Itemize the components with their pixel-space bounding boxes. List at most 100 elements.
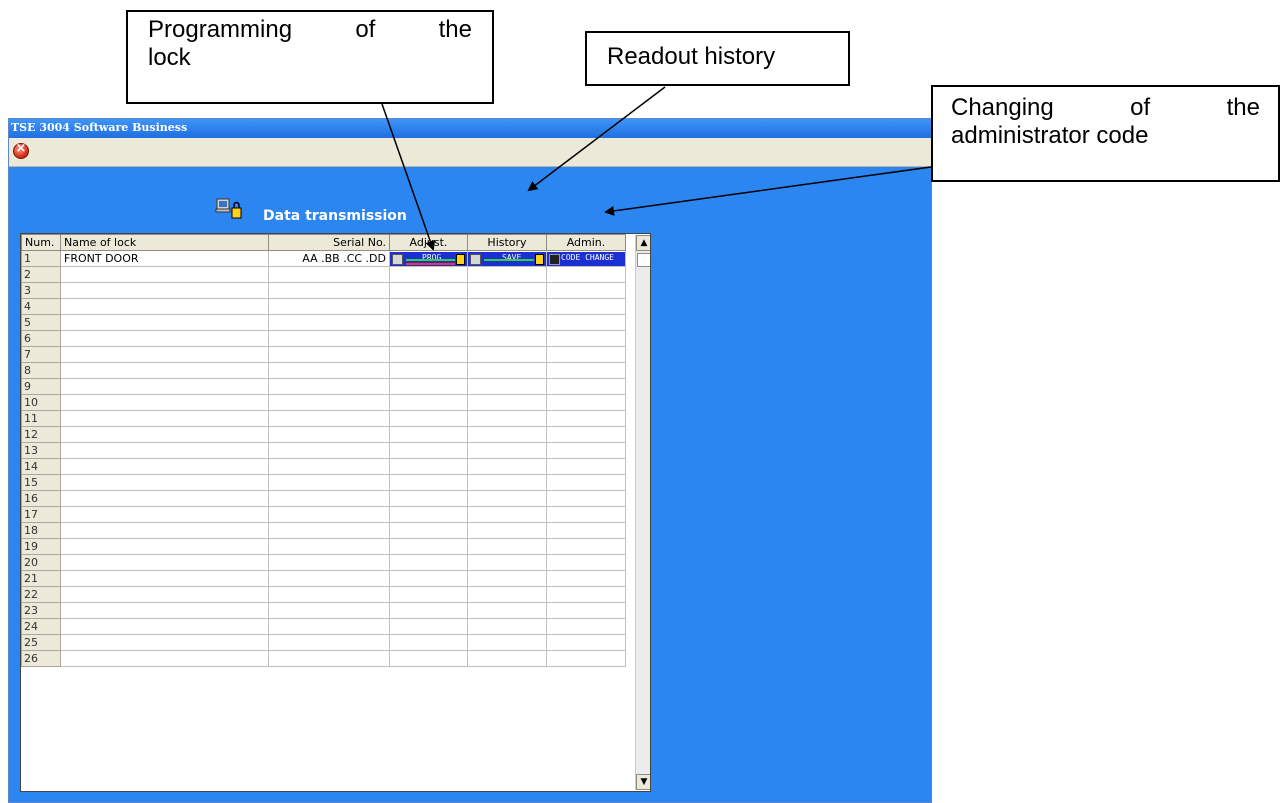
table-cell[interactable]: [467, 442, 547, 459]
table-cell[interactable]: [467, 426, 547, 443]
table-cell[interactable]: [389, 618, 468, 635]
table-cell[interactable]: [268, 570, 390, 587]
table-cell[interactable]: [467, 330, 547, 347]
table-cell[interactable]: [268, 650, 390, 667]
table-row[interactable]: 10: [21, 394, 626, 411]
table-cell[interactable]: [546, 538, 626, 555]
table-cell[interactable]: [546, 586, 626, 603]
table-cell[interactable]: [546, 570, 626, 587]
table-cell[interactable]: [389, 458, 468, 475]
table-cell[interactable]: [268, 490, 390, 507]
table-cell[interactable]: [546, 458, 626, 475]
table-cell[interactable]: [467, 554, 547, 571]
table-cell[interactable]: [467, 650, 547, 667]
table-cell[interactable]: [467, 378, 547, 395]
table-cell[interactable]: [467, 634, 547, 651]
table-row[interactable]: 24: [21, 618, 626, 635]
table-cell[interactable]: [389, 442, 468, 459]
lock-name-cell[interactable]: FRONT DOOR: [60, 250, 269, 267]
table-cell[interactable]: [268, 634, 390, 651]
table-row[interactable]: 4: [21, 298, 626, 315]
table-row[interactable]: 26: [21, 650, 626, 667]
table-cell[interactable]: [546, 362, 626, 379]
table-cell[interactable]: [467, 570, 547, 587]
table-cell[interactable]: [546, 602, 626, 619]
table-cell[interactable]: [389, 570, 468, 587]
table-cell[interactable]: [389, 634, 468, 651]
table-cell[interactable]: [546, 346, 626, 363]
table-cell[interactable]: [389, 410, 468, 427]
table-cell[interactable]: [60, 266, 269, 283]
table-cell[interactable]: [389, 554, 468, 571]
table-cell[interactable]: [467, 490, 547, 507]
table-cell[interactable]: [546, 314, 626, 331]
table-cell[interactable]: [268, 346, 390, 363]
table-row[interactable]: 20: [21, 554, 626, 571]
table-cell[interactable]: [389, 378, 468, 395]
table-cell[interactable]: [60, 522, 269, 539]
table-cell[interactable]: [467, 282, 547, 299]
code-change-button[interactable]: CODE CHANGE: [547, 251, 625, 266]
table-cell[interactable]: [60, 490, 269, 507]
table-cell[interactable]: [60, 346, 269, 363]
table-cell[interactable]: [467, 266, 547, 283]
table-cell[interactable]: [268, 586, 390, 603]
table-cell[interactable]: [268, 394, 390, 411]
table-cell[interactable]: [268, 506, 390, 523]
table-row[interactable]: 11: [21, 410, 626, 427]
table-cell[interactable]: [389, 586, 468, 603]
table-cell[interactable]: [389, 650, 468, 667]
table-cell[interactable]: [546, 442, 626, 459]
table-cell[interactable]: [546, 474, 626, 491]
table-cell[interactable]: [546, 554, 626, 571]
close-icon[interactable]: [13, 141, 29, 159]
table-cell[interactable]: [546, 650, 626, 667]
table-row[interactable]: 7: [21, 346, 626, 363]
table-cell[interactable]: [546, 634, 626, 651]
table-cell[interactable]: [389, 490, 468, 507]
table-row[interactable]: 17: [21, 506, 626, 523]
table-row[interactable]: 18: [21, 522, 626, 539]
table-cell[interactable]: [60, 410, 269, 427]
col-serial-header[interactable]: Serial No.: [268, 234, 390, 251]
table-cell[interactable]: [389, 314, 468, 331]
table-cell[interactable]: [60, 442, 269, 459]
table-cell[interactable]: [268, 474, 390, 491]
table-cell[interactable]: [389, 394, 468, 411]
table-cell[interactable]: [268, 618, 390, 635]
table-cell[interactable]: [389, 602, 468, 619]
table-cell[interactable]: [389, 282, 468, 299]
table-cell[interactable]: [546, 266, 626, 283]
table-cell[interactable]: [268, 602, 390, 619]
table-row[interactable]: 12: [21, 426, 626, 443]
table-cell[interactable]: [268, 554, 390, 571]
table-cell[interactable]: [389, 538, 468, 555]
table-cell[interactable]: [467, 474, 547, 491]
table-cell[interactable]: [467, 506, 547, 523]
table-row[interactable]: 5: [21, 314, 626, 331]
table-row[interactable]: 15: [21, 474, 626, 491]
table-cell[interactable]: [60, 650, 269, 667]
table-cell[interactable]: [546, 378, 626, 395]
vertical-scrollbar[interactable]: ▲ ▼: [635, 235, 650, 790]
table-cell[interactable]: [268, 426, 390, 443]
table-row[interactable]: 21: [21, 570, 626, 587]
col-num-header[interactable]: Num.: [21, 234, 61, 251]
table-cell[interactable]: [467, 410, 547, 427]
table-cell[interactable]: [467, 538, 547, 555]
col-adjust-header[interactable]: Adjust.: [389, 234, 468, 251]
table-cell[interactable]: [60, 618, 269, 635]
table-cell[interactable]: [268, 314, 390, 331]
table-cell[interactable]: [467, 362, 547, 379]
col-name-header[interactable]: Name of lock: [60, 234, 269, 251]
table-cell[interactable]: [467, 458, 547, 475]
table-cell[interactable]: [546, 618, 626, 635]
table-cell[interactable]: [60, 378, 269, 395]
table-cell[interactable]: [467, 346, 547, 363]
table-cell[interactable]: [268, 442, 390, 459]
table-row[interactable]: 25: [21, 634, 626, 651]
table-cell[interactable]: [268, 458, 390, 475]
table-cell[interactable]: [467, 618, 547, 635]
table-cell[interactable]: [389, 330, 468, 347]
table-cell[interactable]: [546, 506, 626, 523]
